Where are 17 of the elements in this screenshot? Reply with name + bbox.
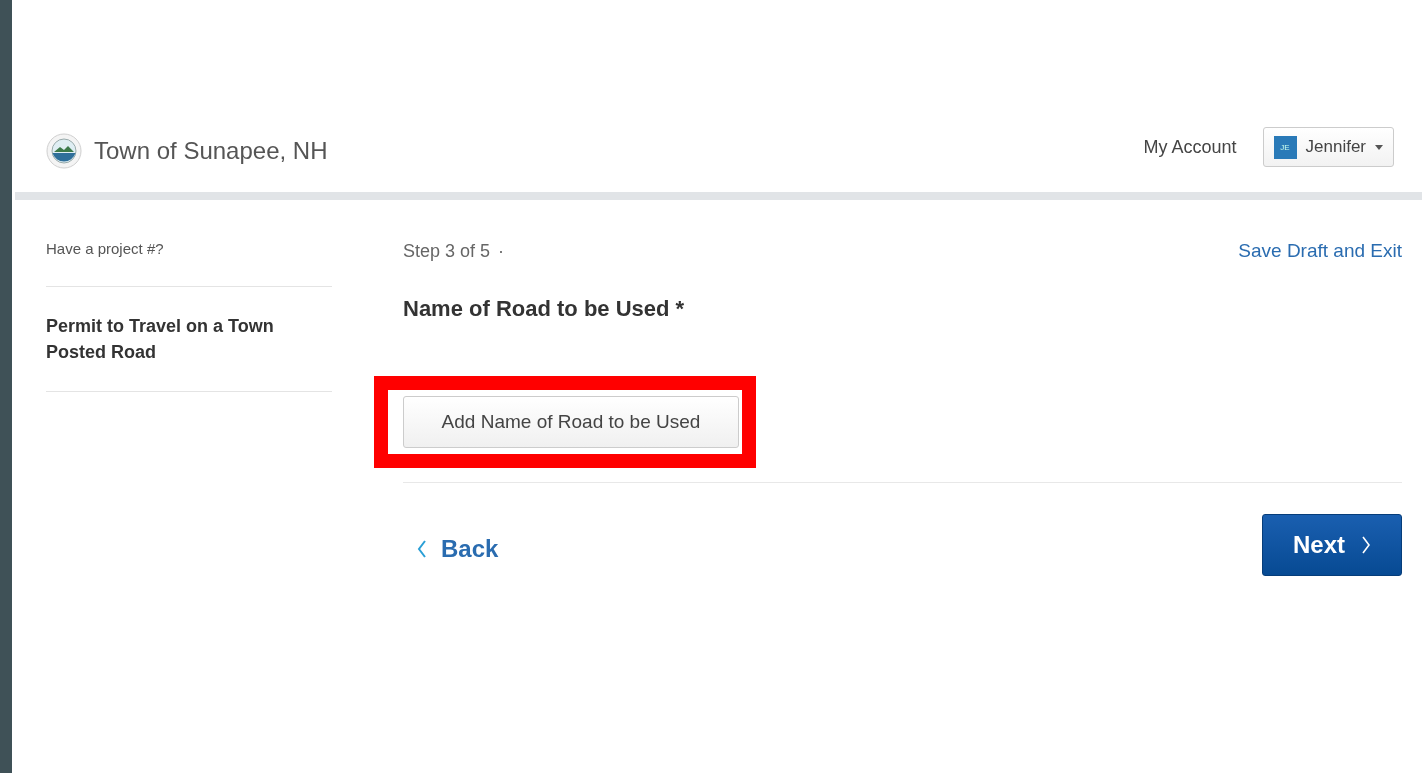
next-button[interactable]: Next bbox=[1261, 514, 1402, 576]
my-account-link[interactable]: My Account bbox=[1143, 136, 1237, 158]
site-name[interactable]: Town of Sunapee, NH bbox=[94, 137, 328, 165]
user-menu-button[interactable]: JE Jennifer bbox=[1262, 127, 1394, 167]
step-indicator: Step 3 of 5 bbox=[403, 240, 491, 262]
save-draft-link[interactable]: Save Draft and Exit bbox=[1238, 240, 1402, 262]
project-number-prompt[interactable]: Have a project #? bbox=[46, 240, 164, 257]
field-label: Name of Road to be Used * bbox=[403, 296, 686, 322]
permit-title: Permit to Travel on a Town Posted Road bbox=[46, 315, 275, 364]
step-separator: · bbox=[498, 240, 505, 262]
user-avatar: JE bbox=[1273, 135, 1297, 159]
chevron-right-icon bbox=[1361, 536, 1371, 554]
back-button[interactable]: Back bbox=[403, 535, 499, 563]
add-road-button[interactable]: Add Name of Road to be Used bbox=[403, 396, 739, 448]
chevron-left-icon bbox=[417, 540, 427, 558]
caret-icon bbox=[1375, 144, 1383, 150]
town-seal-icon bbox=[46, 133, 82, 169]
